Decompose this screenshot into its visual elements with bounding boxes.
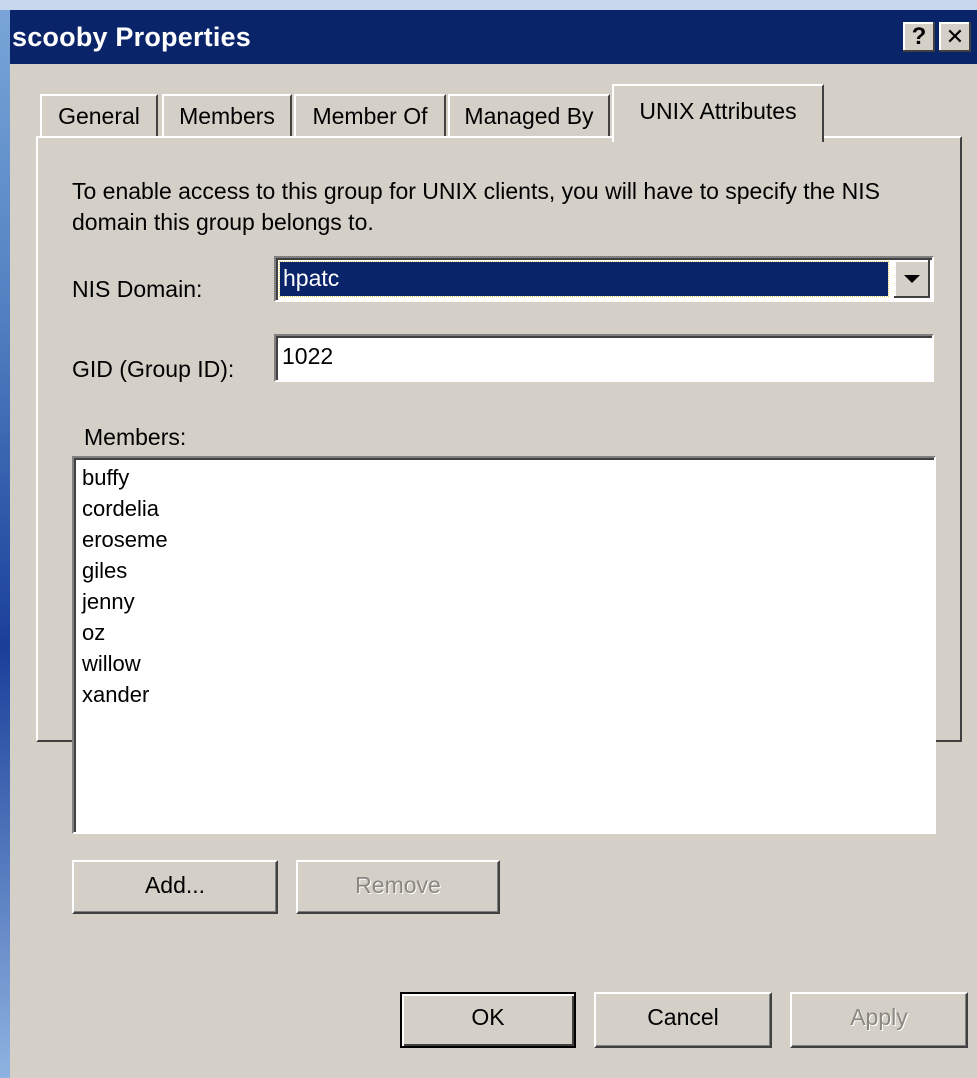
members-listbox[interactable]: buffy cordelia eroseme giles jenny oz willow xa… xyxy=(72,456,936,834)
tab-member-of[interactable]: Member Of xyxy=(294,94,446,138)
cancel-button[interactable]: Cancel xyxy=(594,992,772,1048)
gid-value: 1022 xyxy=(282,343,334,369)
gid-label: GID (Group ID): xyxy=(72,356,235,382)
tab-general[interactable]: General xyxy=(40,94,158,138)
gid-field[interactable]: 1022 xyxy=(274,334,934,382)
background-window-top xyxy=(0,0,977,10)
tab-members[interactable]: Members xyxy=(162,94,292,138)
list-item[interactable]: giles xyxy=(74,555,934,586)
background-window-edge xyxy=(0,0,10,1078)
properties-dialog: scooby Properties ? ✕ General Members Me… xyxy=(10,10,977,1078)
members-list: buffy cordelia eroseme giles jenny oz willow xa… xyxy=(74,458,934,710)
chevron-down-icon[interactable] xyxy=(894,260,930,298)
window-title: scooby Properties xyxy=(12,22,251,52)
apply-button[interactable]: Apply xyxy=(790,992,968,1048)
ok-button[interactable]: OK xyxy=(400,992,576,1048)
title-bar[interactable]: scooby Properties ? ✕ xyxy=(10,10,977,64)
nis-domain-selected[interactable]: hpatc xyxy=(279,261,889,297)
description-text: To enable access to this group for UNIX … xyxy=(72,178,880,235)
list-item[interactable]: xander xyxy=(74,679,934,710)
list-item[interactable]: jenny xyxy=(74,586,934,617)
list-item[interactable]: willow xyxy=(74,648,934,679)
list-item[interactable]: buffy xyxy=(74,462,934,493)
tab-managed-by[interactable]: Managed By xyxy=(448,94,610,138)
tab-unix-attributes[interactable]: UNIX Attributes xyxy=(612,84,824,142)
unix-attributes-panel: To enable access to this group for UNIX … xyxy=(36,136,962,914)
nis-domain-label: NIS Domain: xyxy=(72,276,203,302)
list-item[interactable]: cordelia xyxy=(74,493,934,524)
remove-button[interactable]: Remove xyxy=(296,860,500,914)
members-label: Members: xyxy=(84,424,187,450)
list-item[interactable]: eroseme xyxy=(74,524,934,555)
nis-domain-combobox[interactable]: hpatc xyxy=(274,256,934,302)
list-item[interactable]: oz xyxy=(74,617,934,648)
add-button[interactable]: Add... xyxy=(72,860,278,914)
help-icon[interactable]: ? xyxy=(903,22,935,52)
close-icon[interactable]: ✕ xyxy=(939,22,971,52)
